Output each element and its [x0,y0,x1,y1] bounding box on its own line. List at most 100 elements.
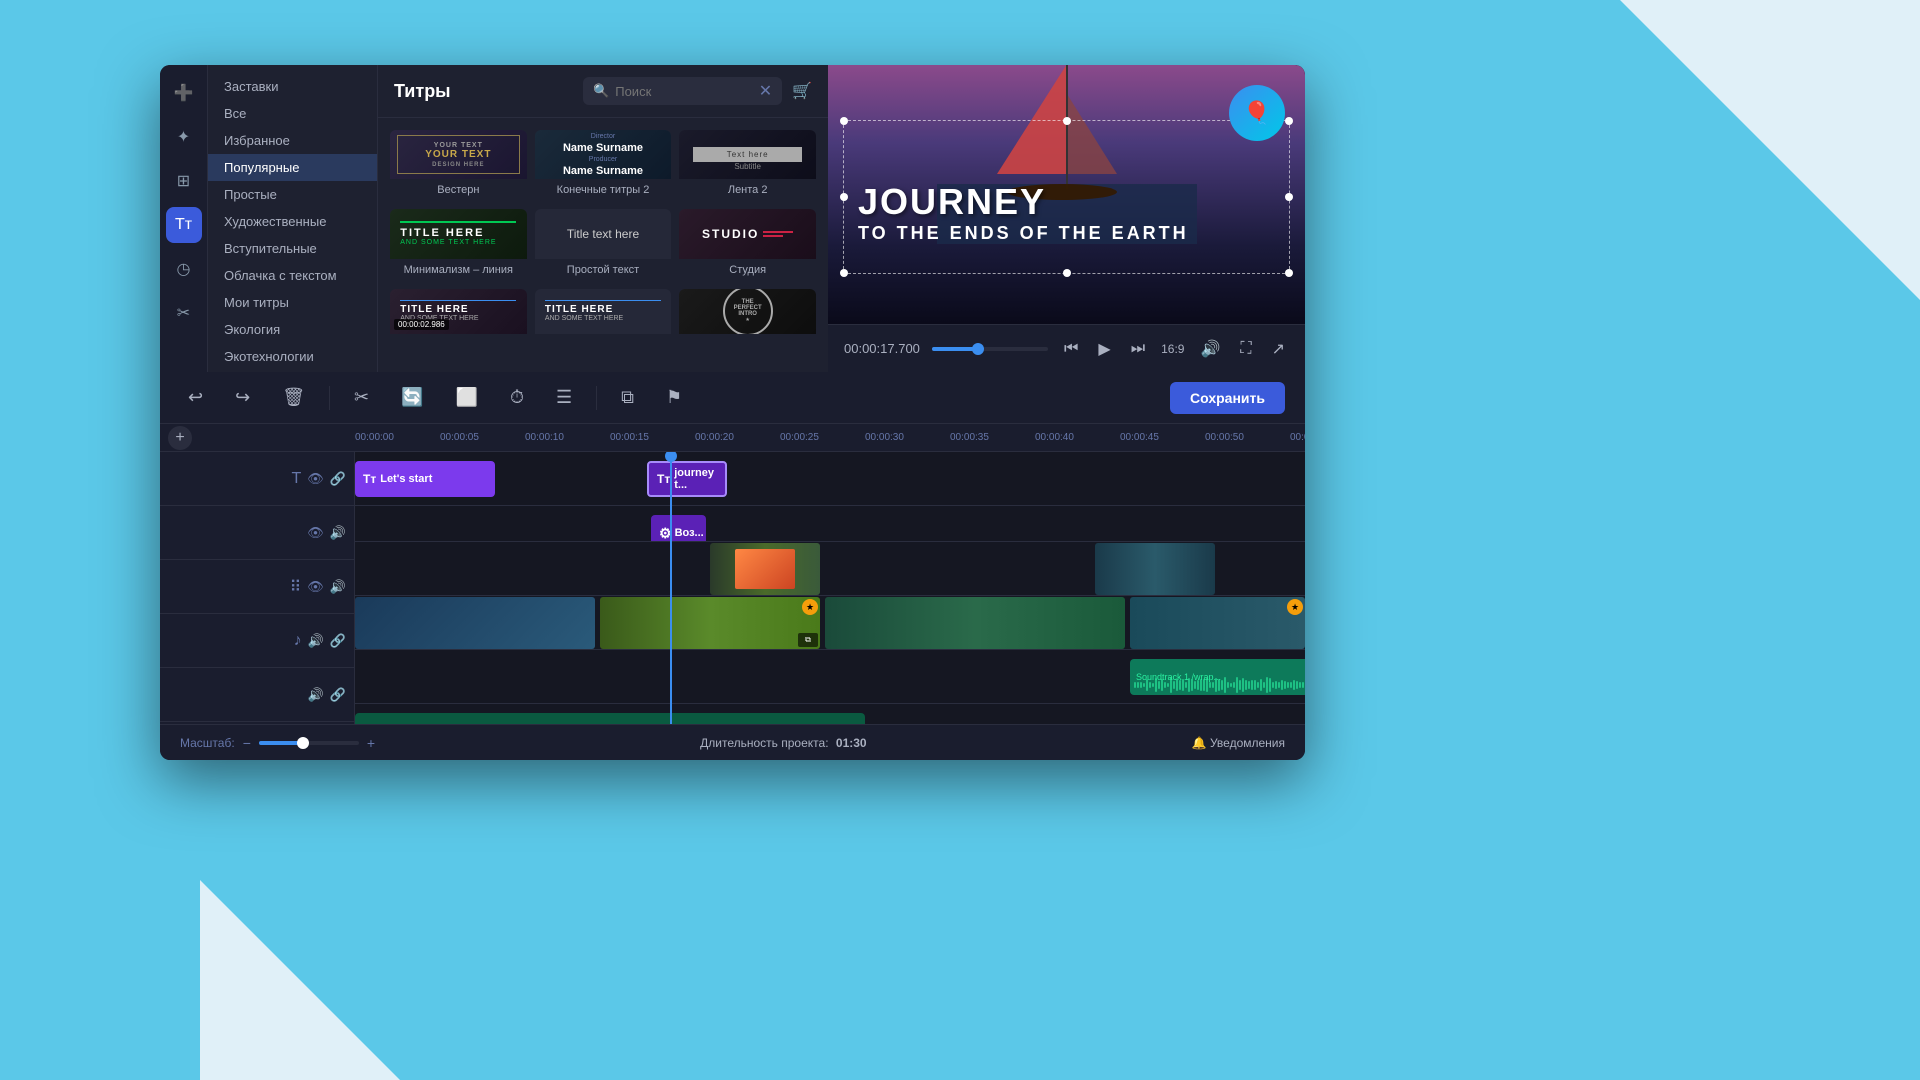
skip-back-button[interactable]: ⏮ [1060,336,1082,362]
export-button[interactable]: ↗ [1268,335,1289,363]
toolbar: ↩ ↪ 🗑 ✂ 🔄 ⬜ ⏱ ☰ ⧉ ⚑ Сохранить [160,372,1305,424]
link-icon[interactable]: 🔗 [330,633,346,649]
loop-button[interactable]: 🔄 [393,383,431,412]
visibility-icon[interactable]: 👁 [307,579,324,595]
template-western[interactable]: YOUR TEXT YOUR TEXT DESIGN HERE Вестерн [390,130,527,201]
save-button[interactable]: Сохранить [1170,382,1285,414]
left-panel-item[interactable]: Мои титры [208,289,377,316]
track-label-audio1: ♪ 🔊 🔗 [160,614,354,668]
sidebar-icon-magic[interactable]: ✦ [166,119,202,155]
main-video-clip[interactable] [825,597,1125,649]
ruler-mark: 00:00:35 [950,432,1035,443]
flag-button[interactable]: ⚑ [658,383,690,412]
main-video-clip[interactable] [355,597,595,649]
aspect-ratio[interactable]: 16:9 [1161,342,1184,356]
sidebar-icon-tools[interactable]: ✂ [166,295,202,331]
template-label: Конечные титры 2 [535,179,672,201]
left-panel-item[interactable]: Заставки [208,73,377,100]
track-label-video1: 👁 🔊 [160,506,354,560]
scale-slider[interactable] [259,741,359,745]
avatar-circle[interactable]: 🎈 [1229,85,1285,141]
link-icon[interactable]: 🔗 [330,687,346,703]
template-circle-logo[interactable]: THE PERFECT INTRO ★ [679,289,816,360]
align-button[interactable]: ☰ [548,383,580,412]
template-title-style[interactable]: TITLE HERE AND SOME TEXT HERE 00:00:02.9… [390,289,527,360]
main-video-clip[interactable]: ★ ⧉ [600,597,820,649]
search-box: 🔍 ✕ [583,77,782,105]
audio-clip-1[interactable]: Soundtrack 1 /wrap... // Waveform bars w… [1130,659,1305,695]
ruler-mark: 00:00:30 [865,432,950,443]
toolbar-divider [329,386,330,410]
left-panel-item[interactable]: Экотехнологии [208,343,377,370]
cart-icon[interactable]: 🛒 [792,81,812,101]
transition-button[interactable]: ⧉ [613,383,642,412]
left-panel-item[interactable]: Вступительные [208,235,377,262]
main-video-clip[interactable]: ★ [1130,597,1305,649]
template-credits2[interactable]: Director Name Surname Producer Name Surn… [535,130,672,201]
left-panel-item[interactable]: Простые [208,181,377,208]
left-panel-item-popular[interactable]: Популярные [208,154,377,181]
video-clip[interactable] [710,543,820,595]
volume-button[interactable]: 🔊 [1196,335,1224,363]
add-track-button[interactable]: + [168,426,192,450]
sidebar-icons: ➕ ✦ ⊞ Тт ◷ ✂ [160,65,208,372]
scale-minus-icon[interactable]: − [243,735,251,751]
timeline-ruler: 00:00:00 00:00:05 00:00:10 00:00:15 00:0… [355,432,1305,443]
audio-icon[interactable]: 🔊 [308,687,324,703]
skip-forward-button[interactable]: ⏭ [1127,336,1149,362]
fullscreen-button[interactable]: ⛶ [1236,336,1255,362]
template-label: Вестерн [390,179,527,201]
scale-plus-icon[interactable]: + [367,735,375,751]
audio-icon[interactable]: 🔊 [330,525,346,541]
music-icon: ♪ [294,632,302,650]
fx-clip-voz[interactable]: ⚙ Воз... [651,515,706,542]
notifications-label[interactable]: 🔔 Уведомления [1192,736,1285,750]
playhead[interactable] [670,452,672,724]
left-panel-item[interactable]: Художественные [208,208,377,235]
crop-button[interactable]: ⬜ [448,383,486,412]
sidebar-icon-add[interactable]: ➕ [166,75,202,111]
template-simple-text[interactable]: Title text here Простой текст [535,209,672,280]
visibility-icon[interactable]: 👁 [307,525,324,541]
left-panel-item[interactable]: Экология [208,316,377,343]
undo-button[interactable]: ↩ [180,383,211,412]
video-clip[interactable] [1095,543,1215,595]
time-button[interactable]: ⏱ [502,383,532,412]
progress-bar[interactable] [932,347,1048,351]
visibility-icon[interactable]: 👁 [307,471,324,487]
lock-icon[interactable]: 🔗 [330,471,346,487]
progress-handle[interactable] [972,343,984,355]
sidebar-icon-clock[interactable]: ◷ [166,251,202,287]
content-panel: Титры 🔍 ✕ 🛒 YOUR TEXT YOUR TEXT DESIGN H… [378,65,828,372]
audio-track-1: Soundtrack 1 /wrap... // Waveform bars w… [355,650,1305,704]
redo-button[interactable]: ↪ [227,383,258,412]
title-clip-journey[interactable]: Тт journey t... [647,461,727,497]
bottom-bar: Масштаб: − + Длительность проекта: 01:30… [160,724,1305,760]
template-simple-text2[interactable]: TITLE HERE AND SOME TEXT HERE [535,289,672,360]
sidebar-icon-grid[interactable]: ⊞ [166,163,202,199]
audio-icon[interactable]: 🔊 [330,579,346,595]
title-clip-lets-start[interactable]: Тт Let's start [355,461,495,497]
template-studio[interactable]: STUDIO Студия [679,209,816,280]
audio-icon[interactable]: 🔊 [308,633,324,649]
left-panel-item[interactable]: Облачка с текстом [208,262,377,289]
template-minimal-line[interactable]: TITLE HERE AND SOME TEXT HERE Минимализм… [390,209,527,280]
cut-button[interactable]: ✂ [346,383,377,412]
track-label-video2: ⠿ 👁 🔊 [160,560,354,614]
search-input[interactable] [615,84,752,99]
left-panel: Заставки Все Избранное Популярные Просты… [208,65,378,372]
template-label: Простой текст [535,259,672,281]
audio-clip-bottom[interactable]: Soundtrack #mu... [355,713,865,724]
search-clear-icon[interactable]: ✕ [759,81,772,101]
left-panel-item[interactable]: Избранное [208,127,377,154]
play-button[interactable]: ▶ [1094,335,1114,363]
sidebar-icon-text[interactable]: Тт [166,207,202,243]
clip-label: Let's start [380,473,432,485]
template-tape2[interactable]: Text here Subtitle Лента 2 [679,130,816,201]
timeline-area: + 00:00:00 00:00:05 00:00:10 00:00:15 00… [160,424,1305,724]
templates-grid: YOUR TEXT YOUR TEXT DESIGN HERE Вестерн … [378,118,828,372]
delete-button[interactable]: 🗑 [274,383,313,412]
video-overlay-text: JOURNEY TO THE ENDS OF THE EARTH [858,181,1189,244]
fx-track: ⚙ Воз... [355,506,1305,542]
left-panel-item[interactable]: Все [208,100,377,127]
